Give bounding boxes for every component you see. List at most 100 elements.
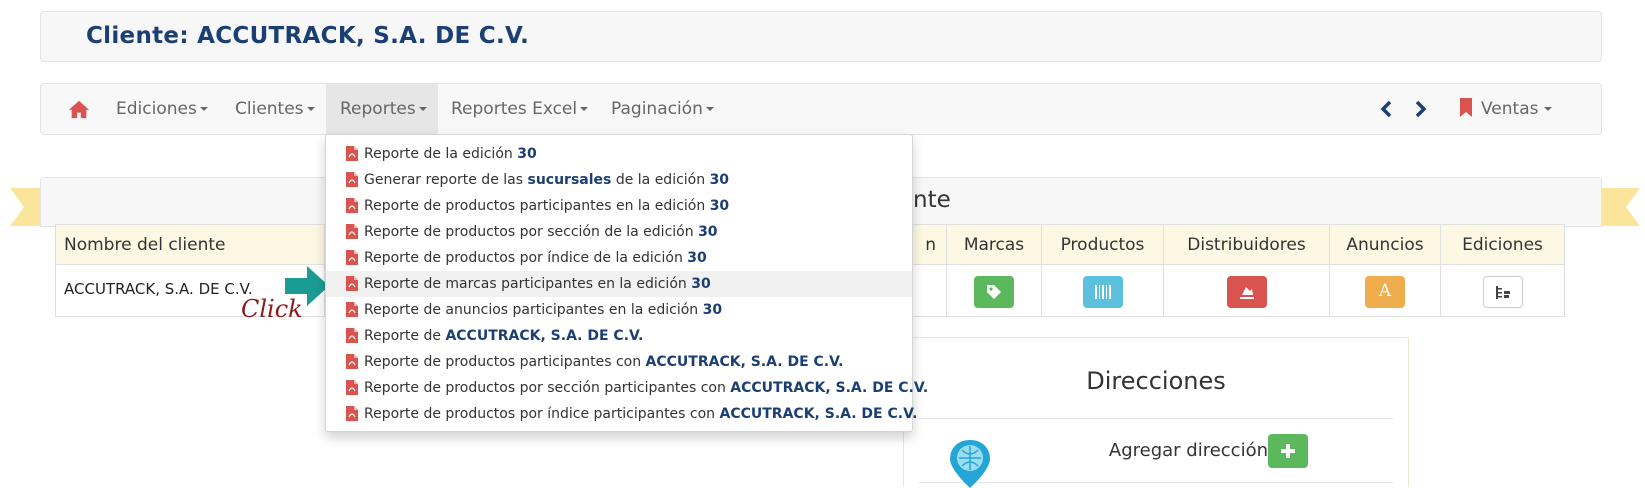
dropdown-item-bold-text: ACCUTRACK, S.A. DE C.V. bbox=[719, 406, 918, 422]
nav-reportes-label: Reportes bbox=[340, 99, 416, 119]
dropdown-item[interactable]: Reporte de productos por sección partici… bbox=[326, 375, 928, 401]
dropdown-item-bold-text: ACCUTRACK, S.A. DE C.V. bbox=[730, 380, 929, 396]
page-title: Cliente: ACCUTRACK, S.A. DE C.V. bbox=[86, 23, 530, 49]
dropdown-item[interactable]: Reporte de productos por sección de la e… bbox=[326, 219, 912, 245]
dropdown-item-bold-text: ACCUTRACK, S.A. DE C.V. bbox=[445, 328, 644, 344]
caret-icon bbox=[580, 107, 589, 111]
client-header-bar: Cliente: ACCUTRACK, S.A. DE C.V. bbox=[40, 11, 1602, 62]
pdf-file-icon bbox=[346, 302, 358, 317]
caret-icon bbox=[418, 107, 427, 111]
add-address-button[interactable] bbox=[1268, 434, 1308, 468]
panel-title: nte bbox=[913, 187, 951, 213]
dropdown-item[interactable]: Reporte de productos por índice de la ed… bbox=[326, 245, 912, 271]
dropdown-item-text: Reporte de productos por índice particip… bbox=[364, 406, 720, 422]
nav-paginacion-label: Paginación bbox=[611, 99, 703, 119]
header-ediciones: Ediciones bbox=[1440, 224, 1565, 265]
dropdown-item-text: de la edición bbox=[611, 172, 710, 188]
dropdown-item-bold-text: 30 bbox=[517, 146, 537, 162]
pdf-file-icon bbox=[346, 354, 358, 369]
dropdown-item-text: Generar reporte de las bbox=[364, 172, 528, 188]
pdf-file-icon bbox=[346, 198, 358, 213]
pdf-file-icon bbox=[346, 146, 358, 161]
dropdown-item-text: Reporte de productos por sección partici… bbox=[364, 380, 731, 396]
ediciones-button[interactable] bbox=[1482, 276, 1523, 308]
cell-anuncios: A bbox=[1329, 264, 1441, 317]
dropdown-item-text: Reporte de productos por sección de la e… bbox=[364, 224, 699, 240]
pdf-file-icon bbox=[346, 224, 358, 239]
dropdown-item-bold-text: 30 bbox=[709, 198, 730, 214]
dropdown-item[interactable]: Reporte de la edición 30 bbox=[326, 141, 912, 167]
reportes-dropdown-menu: Reporte de la edición 30 Generar reporte … bbox=[325, 134, 928, 432]
chevron-right-icon[interactable] bbox=[1414, 100, 1428, 118]
dropdown-item[interactable]: Reporte de marcas participantes en la ed… bbox=[326, 271, 912, 297]
click-annotation-label: Click bbox=[241, 295, 303, 323]
ribbon-right-decoration bbox=[1600, 188, 1640, 226]
pdf-file-icon bbox=[346, 406, 358, 421]
dropdown-item[interactable]: Reporte de anuncios participantes en la … bbox=[326, 297, 912, 323]
chevron-left-icon[interactable] bbox=[1379, 100, 1393, 118]
dropdown-item[interactable]: Generar reporte de las sucursales de la … bbox=[326, 167, 912, 193]
cell-marcas bbox=[946, 264, 1042, 317]
caret-icon bbox=[199, 107, 208, 111]
navbar: Ediciones Clientes Reportes Reportes Exc… bbox=[40, 83, 1602, 135]
dropdown-item-bold-text: sucursales bbox=[527, 172, 612, 188]
nav-paginacion[interactable]: Paginación bbox=[611, 84, 714, 134]
dropdown-item-text: Reporte de la edición bbox=[364, 146, 518, 162]
cell-productos bbox=[1041, 264, 1164, 317]
anuncios-button[interactable]: A bbox=[1365, 276, 1405, 308]
nav-reportes[interactable]: Reportes bbox=[326, 84, 438, 134]
cell-distribuidores bbox=[1163, 264, 1330, 317]
tag-icon bbox=[987, 285, 1001, 299]
nav-reportes-excel-label: Reportes Excel bbox=[451, 99, 578, 119]
distribuidores-button[interactable] bbox=[1226, 276, 1267, 308]
cell-ediciones bbox=[1440, 264, 1565, 317]
nav-ventas-label: Ventas bbox=[1481, 99, 1539, 119]
marcas-button[interactable] bbox=[974, 276, 1014, 308]
pdf-file-icon bbox=[346, 380, 358, 395]
direcciones-panel: Direcciones Agregar dirección bbox=[903, 337, 1409, 488]
cell-nombre: ACCUTRACK, S.A. DE C.V. bbox=[64, 280, 253, 298]
truck-icon bbox=[1239, 287, 1254, 299]
dropdown-item[interactable]: Reporte de ACCUTRACK, S.A. DE C.V. bbox=[326, 323, 912, 349]
tree-icon bbox=[1495, 286, 1510, 299]
caret-icon bbox=[705, 107, 714, 111]
header-marcas: Marcas bbox=[946, 224, 1042, 265]
home-icon[interactable] bbox=[68, 98, 90, 120]
pdf-file-icon bbox=[346, 250, 358, 265]
pdf-file-icon bbox=[346, 328, 358, 343]
pdf-file-icon bbox=[346, 276, 358, 291]
dropdown-item-bold-text: 30 bbox=[687, 250, 707, 266]
divider bbox=[919, 418, 1393, 419]
font-letter-icon: A bbox=[1378, 281, 1392, 301]
barcode-icon bbox=[1094, 285, 1111, 299]
caret-icon bbox=[1544, 107, 1553, 111]
nav-reportes-excel[interactable]: Reportes Excel bbox=[451, 84, 589, 134]
pdf-file-icon bbox=[346, 172, 358, 187]
productos-button[interactable] bbox=[1082, 276, 1123, 308]
dropdown-item-bold-text: 30 bbox=[709, 172, 730, 188]
dropdown-item[interactable]: Reporte de productos participantes con A… bbox=[326, 349, 912, 375]
dropdown-item-text: Reporte de productos participantes con bbox=[364, 354, 646, 370]
map-pin-icon bbox=[950, 440, 990, 488]
dropdown-item-bold-text: ACCUTRACK, S.A. DE C.V. bbox=[645, 354, 844, 370]
dropdown-item-bold-text: 30 bbox=[702, 302, 723, 318]
dropdown-item[interactable]: Reporte de productos por índice particip… bbox=[326, 401, 917, 427]
header-nombre: Nombre del cliente bbox=[55, 224, 325, 265]
bookmark-icon bbox=[1460, 98, 1472, 117]
plus-icon bbox=[1281, 444, 1295, 458]
nav-ventas[interactable]: Ventas bbox=[1459, 84, 1553, 134]
nav-ediciones[interactable]: Ediciones bbox=[116, 84, 208, 134]
add-address-label: Agregar dirección bbox=[1108, 440, 1268, 461]
dropdown-item-text: Reporte de productos por índice de la ed… bbox=[364, 250, 688, 266]
caret-icon bbox=[306, 107, 315, 111]
direcciones-title: Direcciones bbox=[1086, 367, 1226, 395]
dropdown-item-bold-text: 30 bbox=[698, 224, 718, 240]
nav-clientes-label: Clientes bbox=[235, 99, 304, 119]
dropdown-item[interactable]: Reporte de productos participantes en la… bbox=[326, 193, 912, 219]
nav-clientes[interactable]: Clientes bbox=[235, 84, 315, 134]
dropdown-item-text: Reporte de productos participantes en la… bbox=[364, 198, 710, 214]
header-productos: Productos bbox=[1041, 224, 1164, 265]
dropdown-item-text: Reporte de marcas participantes en la ed… bbox=[364, 276, 692, 292]
dropdown-item-text: Reporte de bbox=[364, 328, 446, 344]
header-distribuidores: Distribuidores bbox=[1163, 224, 1330, 265]
